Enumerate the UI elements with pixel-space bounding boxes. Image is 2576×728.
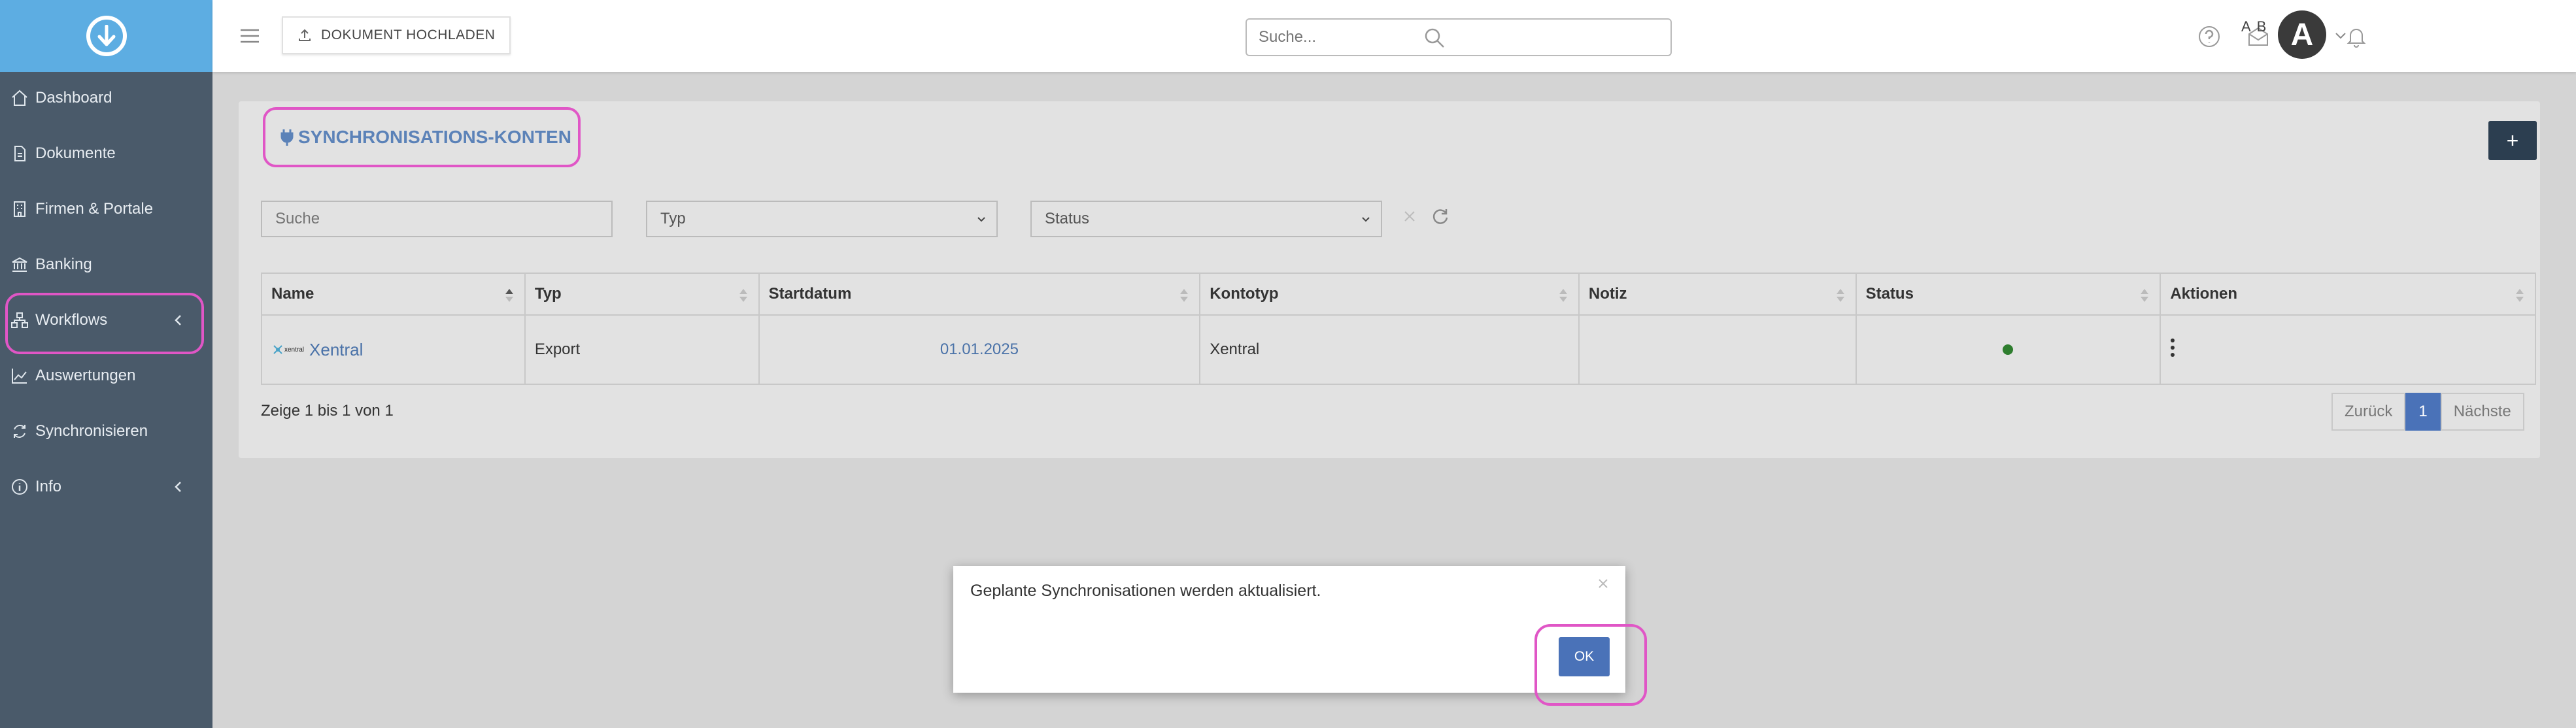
table-row: xentral Xentral Export 01.01.2025 Xentra…: [261, 314, 2536, 385]
sync-icon: [9, 421, 30, 442]
sort-icon: [1559, 289, 1567, 302]
column-header-name[interactable]: Name: [261, 273, 526, 316]
avatar-letter: A: [2290, 17, 2314, 52]
pagination: Zurück 1 Nächste: [2331, 393, 2524, 431]
home-icon: [9, 88, 30, 108]
ok-button[interactable]: OK: [1559, 637, 1610, 676]
cell-kontotyp: Xentral: [1199, 314, 1580, 385]
close-icon[interactable]: [1596, 576, 1610, 591]
filter-type-value: Typ: [660, 210, 686, 227]
bank-icon: [9, 254, 30, 275]
pagination-page-button[interactable]: 1: [2405, 393, 2441, 431]
app-logo[interactable]: [0, 0, 212, 72]
column-header-typ[interactable]: Typ: [524, 273, 760, 316]
pagination-prev-button[interactable]: Zurück: [2331, 393, 2406, 431]
global-search-input[interactable]: [1246, 18, 1672, 56]
sidebar-item-synchronisieren[interactable]: Synchronisieren: [0, 405, 212, 457]
workflows-highlight: [5, 293, 204, 354]
page-title: SYNCHRONISATIONS-KONTEN: [263, 107, 581, 167]
account-name-link[interactable]: Xentral: [309, 340, 363, 360]
user-initials: A B: [2241, 18, 2268, 35]
filter-status-select[interactable]: Status: [1030, 201, 1382, 237]
dialog-message: Geplante Synchronisationen werden aktual…: [970, 582, 1321, 600]
upload-document-label: DOKUMENT HOCHLADEN: [321, 27, 496, 42]
download-arrow-icon: [86, 16, 127, 56]
upload-icon: [299, 29, 311, 41]
sync-accounts-table: Name Typ Startdatum Kontotyp Notiz Statu…: [261, 273, 2536, 385]
sidebar: Dashboard Dokumente Firmen & Portale Ban…: [0, 0, 212, 728]
sidebar-item-label: Dashboard: [35, 89, 112, 107]
cell-status: [1855, 314, 2161, 385]
pagination-next-button[interactable]: Nächste: [2440, 393, 2524, 431]
sort-icon: [1180, 289, 1189, 302]
cell-startdatum: 01.01.2025: [758, 314, 1201, 385]
sort-icon: [2141, 289, 2149, 302]
cell-name: xentral Xentral: [261, 314, 526, 385]
filter-type-select[interactable]: Typ: [646, 201, 998, 237]
chart-icon: [9, 365, 30, 386]
cell-typ: Export: [524, 314, 760, 385]
refresh-icon[interactable]: [1430, 206, 1451, 227]
hamburger-menu-icon[interactable]: [239, 25, 261, 47]
sidebar-item-banking[interactable]: Banking: [0, 239, 212, 291]
column-header-status[interactable]: Status: [1855, 273, 2161, 316]
sidebar-item-dokumente[interactable]: Dokumente: [0, 127, 212, 180]
document-icon: [9, 143, 30, 164]
upload-document-button[interactable]: DOKUMENT HOCHLADEN: [282, 16, 511, 54]
status-active-dot: [2003, 344, 2014, 355]
sidebar-item-firmen[interactable]: Firmen & Portale: [0, 183, 212, 235]
column-header-notiz[interactable]: Notiz: [1578, 273, 1857, 316]
table-info: Zeige 1 bis 1 von 1: [261, 402, 394, 420]
cell-aktionen: [2160, 314, 2536, 385]
chevron-down-icon: [1362, 217, 1370, 222]
kebab-menu-icon[interactable]: [2170, 338, 2175, 357]
start-date-link[interactable]: 01.01.2025: [769, 340, 1191, 359]
sidebar-item-auswertungen[interactable]: Auswertungen: [0, 350, 212, 402]
sidebar-item-info[interactable]: Info: [0, 461, 212, 513]
column-header-aktionen[interactable]: Aktionen: [2160, 273, 2536, 316]
table-header-row: Name Typ Startdatum Kontotyp Notiz Statu…: [261, 273, 2536, 316]
avatar[interactable]: A: [2278, 10, 2326, 59]
sort-icon: [2516, 289, 2524, 302]
plug-icon: [280, 129, 294, 146]
page-title-text: SYNCHRONISATIONS-KONTEN: [298, 127, 571, 147]
chevron-down-icon: [977, 217, 985, 222]
sidebar-item-label: Banking: [35, 256, 92, 273]
sidebar-item-label: Auswertungen: [35, 367, 136, 384]
column-header-kontotyp[interactable]: Kontotyp: [1199, 273, 1580, 316]
xentral-logo-icon: [273, 345, 282, 354]
notification-dialog: Geplante Synchronisationen werden aktual…: [953, 566, 1625, 693]
help-icon[interactable]: [2197, 25, 2221, 48]
add-account-button[interactable]: +: [2488, 121, 2537, 160]
xentral-logo-text: xentral: [284, 346, 305, 354]
column-header-startdatum[interactable]: Startdatum: [758, 273, 1201, 316]
filter-search-input[interactable]: [261, 201, 613, 237]
cell-notiz: [1578, 314, 1857, 385]
topbar: DOKUMENT HOCHLADEN A B A: [212, 0, 2576, 72]
clear-filters-icon[interactable]: [1400, 207, 1419, 225]
sidebar-item-dashboard[interactable]: Dashboard: [0, 72, 212, 124]
filter-status-value: Status: [1045, 210, 1090, 227]
info-icon: [9, 476, 30, 497]
search-icon[interactable]: [1423, 26, 1446, 50]
chevron-left-icon: [175, 482, 181, 492]
sort-icon: [739, 289, 747, 302]
building-icon: [9, 199, 30, 220]
sidebar-item-label: Synchronisieren: [35, 422, 148, 440]
sync-accounts-card: SYNCHRONISATIONS-KONTEN + Typ Status Nam…: [239, 101, 2540, 458]
sidebar-item-label: Info: [35, 478, 62, 495]
sort-icon: [1836, 289, 1844, 302]
sidebar-item-label: Dokumente: [35, 144, 116, 162]
chevron-down-icon[interactable]: [2333, 27, 2348, 43]
sort-asc-icon: [505, 289, 513, 302]
sidebar-item-label: Firmen & Portale: [35, 200, 154, 218]
